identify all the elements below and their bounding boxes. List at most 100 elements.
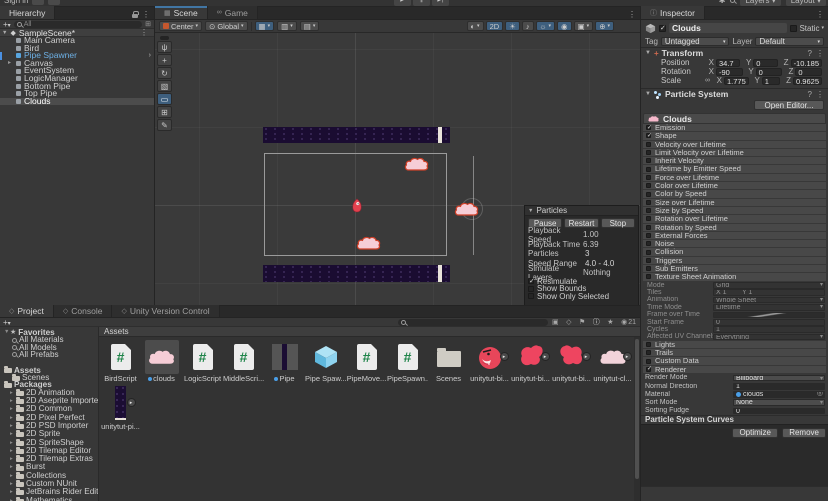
grid-visibility-toggle[interactable]: ▦▾: [255, 21, 275, 31]
particle-module-row[interactable]: Rotation by Speed: [643, 224, 826, 231]
foldout-icon[interactable]: ▼: [2, 30, 7, 36]
module-checkbox[interactable]: [646, 216, 651, 221]
field-value[interactable]: None: [733, 399, 825, 406]
asset-thumbnail[interactable]: #: [514, 340, 548, 374]
module-checkbox[interactable]: [646, 350, 651, 355]
play-control-button[interactable]: ▶: [394, 0, 411, 6]
cloud-services-icon[interactable]: [32, 0, 44, 5]
asset-thumbnail[interactable]: #: [473, 340, 507, 374]
open-prefab-chevron-icon[interactable]: ›: [149, 52, 151, 60]
module-checkbox[interactable]: [646, 359, 651, 364]
search-icon[interactable]: [730, 0, 735, 3]
cloud-particle-sprite[interactable]: [404, 157, 429, 172]
project-tab[interactable]: ◇ Unity Version Control: [112, 305, 219, 317]
particles-overlay-header[interactable]: ▼ Particles: [525, 206, 638, 216]
particle-module-row[interactable]: Collision: [643, 248, 826, 255]
lighting-toggle[interactable]: ☀: [505, 21, 520, 31]
project-search-input[interactable]: [398, 319, 548, 326]
expander-icon[interactable]: ▸: [8, 60, 11, 68]
field-value[interactable]: clouds: [733, 391, 825, 398]
module-checkbox[interactable]: [646, 225, 651, 230]
search-by-type-icon[interactable]: ▣: [552, 318, 559, 326]
z-value-field[interactable]: 0: [795, 68, 822, 76]
module-checkbox[interactable]: [646, 241, 651, 246]
field-value[interactable]: 1: [713, 326, 825, 333]
asset-thumbnail[interactable]: #: [350, 340, 384, 374]
transform-component-header[interactable]: ▼ + Transform ? ⋮: [641, 47, 828, 58]
expander-icon[interactable]: ▸: [10, 497, 14, 501]
module-checkbox[interactable]: [646, 208, 651, 213]
particle-module-row[interactable]: Shape: [643, 132, 826, 139]
asset-thumbnail[interactable]: #: [268, 340, 302, 374]
expander-icon[interactable]: ▸: [10, 455, 14, 463]
hidden-count-toggle[interactable]: ◉ 21: [621, 318, 636, 326]
module-checkbox[interactable]: [646, 367, 651, 372]
move-tool-button[interactable]: +: [157, 54, 172, 66]
field-value[interactable]: Grid: [713, 282, 825, 289]
link-scale-icon[interactable]: ∞: [705, 77, 713, 84]
asset-item[interactable]: #: [223, 340, 264, 383]
particle-module-row[interactable]: Force over Lifetime: [643, 174, 826, 181]
account-icon[interactable]: [48, 0, 60, 5]
field-value[interactable]: Whole Sheet: [713, 297, 825, 304]
asset-item[interactable]: #: [264, 340, 305, 383]
tab-scene[interactable]: ▦ Scene: [155, 6, 208, 19]
hidden-objects-toggle[interactable]: ◉: [557, 21, 572, 31]
cloud-particle-sprite[interactable]: [454, 202, 479, 217]
scene-menu-icon[interactable]: ⋮: [136, 28, 152, 37]
particle-system-component-header[interactable]: ▼ Particle System ? ⋮: [641, 88, 828, 99]
particle-module-row[interactable]: Size by Speed: [643, 207, 826, 214]
checkbox[interactable]: [528, 293, 534, 299]
overlay-grabber[interactable]: [160, 36, 169, 40]
x-value-field[interactable]: 34.7: [716, 59, 740, 67]
field-value[interactable]: Everything: [713, 334, 825, 341]
z-value-field[interactable]: -10.185: [791, 59, 822, 67]
expander-icon[interactable]: ▸: [10, 472, 14, 480]
asset-thumbnail[interactable]: #: [555, 340, 589, 374]
asset-item[interactable]: #: [182, 340, 223, 383]
particle-module-row[interactable]: Rotation over Lifetime: [643, 215, 826, 222]
particle-module-row[interactable]: Emission: [643, 124, 826, 131]
tool-handle-position-dropdown[interactable]: Center▾: [159, 21, 202, 31]
expander-icon[interactable]: ▸: [10, 439, 14, 447]
module-checkbox[interactable]: [646, 192, 651, 197]
z-value-field[interactable]: 0.9625: [793, 77, 822, 85]
module-checkbox[interactable]: [646, 133, 651, 138]
assets-breadcrumb[interactable]: Assets: [104, 327, 129, 336]
particle-module-row[interactable]: Trails: [643, 349, 826, 356]
module-checkbox[interactable]: [646, 233, 651, 238]
foldout-icon[interactable]: ▼: [645, 91, 651, 97]
favorites-item[interactable]: All Prefabs: [0, 351, 98, 358]
project-tab[interactable]: ◇ Console: [54, 305, 113, 317]
asset-thumbnail[interactable]: #: [391, 340, 425, 374]
asset-thumbnail[interactable]: #: [227, 340, 261, 374]
expand-sub-assets-icon[interactable]: ▸: [500, 352, 509, 361]
rotate-tool-button[interactable]: ↻: [157, 67, 172, 79]
asset-thumbnail[interactable]: #: [596, 340, 630, 374]
expander-icon[interactable]: ▸: [10, 405, 14, 413]
package-item[interactable]: ▸ Mathematics: [0, 497, 98, 501]
asset-item[interactable]: #: [100, 340, 141, 383]
expand-sub-assets-icon[interactable]: ▸: [623, 352, 632, 361]
scene-viewport[interactable]: ψ + ↻ ▧ ▭ ⊞ ✎ ▼ Particles Pause Restart …: [155, 33, 640, 305]
asset-item[interactable]: #: [469, 340, 510, 383]
draw-mode-dropdown[interactable]: ◐▾: [467, 21, 484, 31]
expander-icon[interactable]: ▸: [10, 463, 14, 471]
favorites-star-icon[interactable]: ★: [607, 318, 613, 326]
tag-dropdown[interactable]: Untagged▾: [661, 37, 730, 46]
camera-settings-dropdown[interactable]: ▣▾: [574, 21, 594, 31]
asset-item[interactable]: #: [428, 340, 469, 383]
x-value-field[interactable]: -90: [716, 68, 743, 76]
component-menu-icon[interactable]: ⋮: [816, 90, 824, 99]
asset-thumbnail[interactable]: #: [186, 340, 220, 374]
search-filter-icon[interactable]: ⊞: [145, 20, 151, 28]
particle-module-row[interactable]: External Forces: [643, 232, 826, 239]
top-pipe-sprite[interactable]: [263, 127, 450, 143]
module-checkbox[interactable]: [646, 158, 651, 163]
tab-hierarchy[interactable]: Hierarchy: [0, 6, 55, 19]
particle-system-curves-header[interactable]: Particle System Curves: [641, 415, 828, 424]
play-control-button[interactable]: ▶|: [432, 0, 449, 6]
particle-module-row[interactable]: Noise: [643, 240, 826, 247]
create-button[interactable]: +▾: [3, 20, 11, 29]
2d-toggle[interactable]: 2D: [486, 21, 504, 31]
